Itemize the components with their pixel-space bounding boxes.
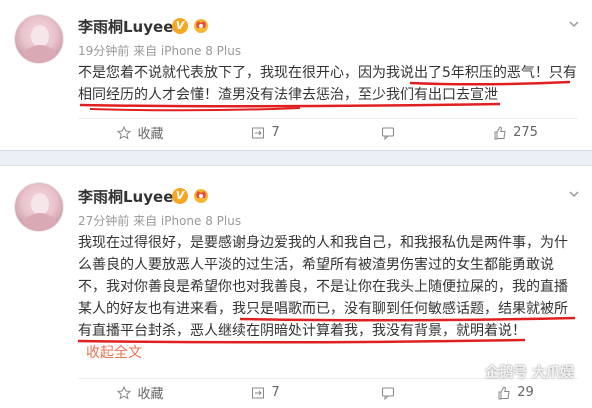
post-action-bar: 收藏 7 275 [78, 118, 578, 146]
star-icon [117, 385, 132, 400]
post-text-line: 不，我对你善良是希望你也对我善良，不是让你在我头上随便拉屎的，我的直播 [78, 279, 568, 295]
post-text: 不是您着不说就代表放下了，我现在很开心，因为我说出了5年积压的恶气！只有 相同经… [78, 62, 578, 106]
thumb-up-icon [494, 125, 506, 139]
avatar[interactable] [14, 182, 64, 232]
post-text-line: 么善良的人要放恶人平淡的过生活，希望所有被渣男伤害过的女生都能勇敢说 [78, 257, 554, 273]
comment-button[interactable] [328, 386, 453, 400]
post-text-line: 有直播平台封杀，恶人继续在阴暗处计算着我，我没有背景，就明着说！ [78, 323, 526, 339]
like-count: 29 [517, 385, 534, 400]
chevron-down-icon[interactable] [568, 18, 580, 30]
weibo-post-1: 李雨桐Luyee V 19分钟前 来自 iPhone 8 Plus 不是您着不说… [0, 0, 592, 150]
comment-icon [381, 387, 394, 400]
collapse-full-text-link[interactable]: 收起全文 [86, 342, 578, 364]
avatar[interactable] [14, 14, 64, 64]
chevron-down-icon[interactable] [568, 188, 580, 200]
post-text-line: 相同经历的人才会懂！渣男没有法律去惩治，至少我们有出口去宣泄 [78, 87, 498, 103]
post-text: 我现在过得很好，是要感谢身边爱我的人和我自己，和我报私仇是两件事，为什 么善良的… [78, 232, 578, 364]
like-count: 275 [513, 125, 538, 140]
repost-count: 7 [271, 125, 280, 140]
crown-icon [194, 189, 208, 203]
favorite-label: 收藏 [137, 387, 164, 402]
star-icon [117, 125, 132, 140]
repost-icon [252, 387, 265, 398]
post-text-line: 某人的好友也有进来看，我只是唱歌而已，没有聊到任何敏感话题，结果就被所 [78, 301, 568, 317]
like-button[interactable]: 275 [453, 125, 578, 140]
favorite-button[interactable]: 收藏 [78, 383, 203, 402]
repost-button[interactable]: 7 [203, 125, 328, 140]
watermark-text: 企鹅号 大爪娱 [485, 365, 574, 381]
thumb-up-icon [498, 385, 510, 399]
repost-count: 7 [271, 385, 280, 400]
author-name[interactable]: 李雨桐Luyee [78, 186, 173, 207]
like-button[interactable]: 29 [453, 385, 578, 400]
feed-divider [0, 150, 592, 166]
repost-icon [252, 127, 265, 138]
repost-button[interactable]: 7 [203, 385, 328, 400]
post-text-line: 我现在过得很好，是要感谢身边爱我的人和我自己，和我报私仇是两件事，为什 [78, 235, 568, 251]
favorite-label: 收藏 [137, 127, 164, 142]
verified-badge-icon: V [172, 188, 188, 204]
post-text-line: 不是您着不说就代表放下了，我现在很开心，因为我说出了5年积压的恶气！只有 [78, 65, 577, 81]
watermark: 企鹅号 大爪娱 [485, 362, 574, 382]
favorite-button[interactable]: 收藏 [78, 123, 203, 142]
post-meta: 27分钟前 来自 iPhone 8 Plus [78, 214, 242, 228]
post-meta: 19分钟前 来自 iPhone 8 Plus [78, 44, 242, 58]
comment-button[interactable] [328, 126, 453, 140]
author-name[interactable]: 李雨桐Luyee [78, 16, 173, 37]
comment-icon [381, 127, 394, 140]
post-action-bar: 收藏 7 29 [78, 378, 578, 406]
verified-badge-icon: V [172, 18, 188, 34]
crown-icon [194, 19, 208, 33]
